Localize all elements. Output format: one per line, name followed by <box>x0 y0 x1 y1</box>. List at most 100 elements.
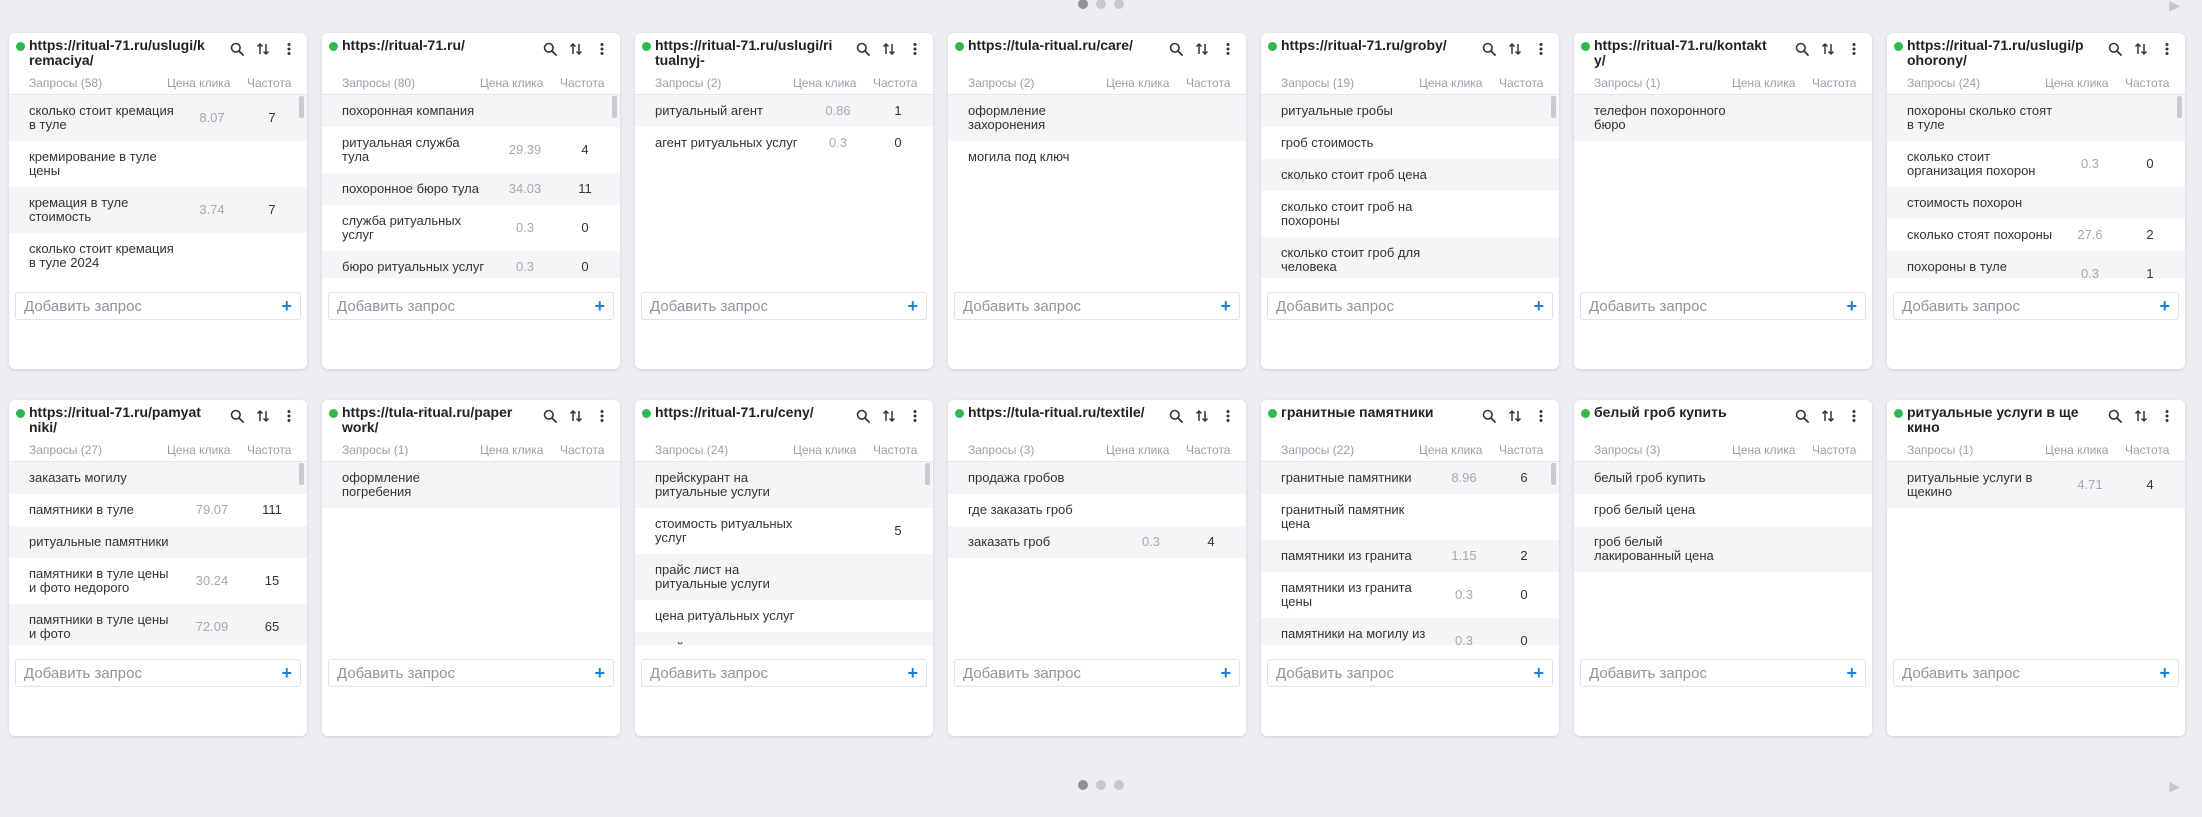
query-row[interactable]: сколько стоит гроб для человека <box>1261 237 1559 278</box>
scrollbar[interactable] <box>299 463 304 485</box>
scrollbar[interactable] <box>299 96 304 118</box>
sort-icon[interactable] <box>1506 40 1523 57</box>
plus-icon[interactable]: + <box>1220 297 1231 315</box>
more-vertical-icon[interactable] <box>906 40 923 57</box>
add-query-field[interactable]: Добавить запрос + <box>954 659 1240 687</box>
page-dot[interactable] <box>1114 780 1124 790</box>
query-list[interactable]: оформление захоронения могила под ключ <box>948 94 1246 278</box>
add-query-field[interactable]: Добавить запрос + <box>1893 659 2179 687</box>
query-row[interactable]: сколько стоит кремация в туле 2024 <box>9 233 307 278</box>
plus-icon[interactable]: + <box>1846 297 1857 315</box>
page-dot[interactable] <box>1078 0 1088 9</box>
query-row[interactable]: похоронное бюро тула 34.03 11 <box>322 173 620 205</box>
more-vertical-icon[interactable] <box>1532 40 1549 57</box>
card-title[interactable]: ритуальные услуги в щекино <box>1907 405 2085 437</box>
query-row[interactable]: оформление захоронения <box>948 95 1246 141</box>
more-vertical-icon[interactable] <box>1219 407 1236 424</box>
query-list[interactable]: оформление погребения <box>322 461 620 645</box>
search-icon[interactable] <box>228 40 245 57</box>
query-row[interactable]: похоронная компания <box>322 95 620 127</box>
query-row[interactable]: гранитный памятник цена <box>1261 494 1559 540</box>
query-row[interactable]: ритуальные услуги в щекино 4.71 4 <box>1887 462 2185 508</box>
more-vertical-icon[interactable] <box>1845 407 1862 424</box>
plus-icon[interactable]: + <box>594 297 605 315</box>
plus-icon[interactable]: + <box>1220 664 1231 682</box>
more-vertical-icon[interactable] <box>2158 40 2175 57</box>
query-list[interactable]: ритуальные услуги в щекино 4.71 4 <box>1887 461 2185 645</box>
query-row[interactable]: заказать могилу <box>9 462 307 494</box>
query-row[interactable]: гроб белый лакированный цена <box>1574 526 1872 572</box>
query-row[interactable]: гроб стоимость <box>1261 127 1559 159</box>
more-vertical-icon[interactable] <box>593 407 610 424</box>
add-query-field[interactable]: Добавить запрос + <box>1580 659 1866 687</box>
plus-icon[interactable]: + <box>2159 664 2170 682</box>
query-list[interactable]: ритуальные гробы гроб стоимость сколько ст… <box>1261 94 1559 278</box>
card-title[interactable]: белый гроб купить <box>1594 405 1772 437</box>
card-title[interactable]: https://ritual-71.ru/ceny/ <box>655 405 833 437</box>
search-icon[interactable] <box>541 40 558 57</box>
add-query-field[interactable]: Добавить запрос + <box>954 292 1240 320</box>
query-row[interactable]: ритуальные памятники <box>9 526 307 558</box>
sort-icon[interactable] <box>567 407 584 424</box>
add-query-field[interactable]: Добавить запрос + <box>328 659 614 687</box>
sort-icon[interactable] <box>1819 407 1836 424</box>
search-icon[interactable] <box>1793 40 1810 57</box>
card-title[interactable]: https://ritual-71.ru/kontakty/ <box>1594 38 1772 70</box>
query-row[interactable]: кремирование в туле цены <box>9 141 307 187</box>
sort-icon[interactable] <box>2132 407 2149 424</box>
query-row[interactable]: стоимость ритуальных услуг 5 <box>635 508 933 554</box>
query-row[interactable]: гранитные памятники 8.96 6 <box>1261 462 1559 494</box>
plus-icon[interactable]: + <box>907 297 918 315</box>
query-list[interactable]: гранитные памятники 8.96 6 гранитный памятн… <box>1261 461 1559 645</box>
card-title[interactable]: https://ritual-71.ru/pamyatniki/ <box>29 405 207 437</box>
add-query-field[interactable]: Добавить запрос + <box>641 292 927 320</box>
sort-icon[interactable] <box>880 40 897 57</box>
query-list[interactable]: похоронная компания ритуальная служба тул… <box>322 94 620 278</box>
query-row[interactable]: прейскурант на ритуальные услуги <box>635 462 933 508</box>
search-icon[interactable] <box>2106 40 2123 57</box>
query-list[interactable]: белый гроб купить гроб белый цена гроб бел… <box>1574 461 1872 645</box>
plus-icon[interactable]: + <box>2159 297 2170 315</box>
add-query-field[interactable]: Добавить запрос + <box>1267 659 1553 687</box>
query-row[interactable]: цена ритуальных услуг <box>635 600 933 632</box>
search-icon[interactable] <box>1167 407 1184 424</box>
plus-icon[interactable]: + <box>907 664 918 682</box>
query-list[interactable]: ритуальный агент 0.86 1 агент ритуальных ус… <box>635 94 933 278</box>
query-row[interactable]: прайс лист на ритуальные услуги <box>635 554 933 600</box>
query-row[interactable]: ритуальные гробы <box>1261 95 1559 127</box>
card-title[interactable]: https://tula-ritual.ru/care/ <box>968 38 1146 70</box>
card-title[interactable]: гранитные памятники <box>1281 405 1459 437</box>
sort-icon[interactable] <box>1193 40 1210 57</box>
plus-icon[interactable]: + <box>1533 664 1544 682</box>
sort-icon[interactable] <box>254 407 271 424</box>
query-row[interactable]: оформление погребения <box>322 462 620 508</box>
next-page-arrow-icon[interactable]: ▶ <box>2169 0 2180 14</box>
query-row[interactable]: ритуальная служба тула 29.39 4 <box>322 127 620 173</box>
more-vertical-icon[interactable] <box>1219 40 1236 57</box>
query-list[interactable]: заказать могилу памятники в туле 79.07 111 р… <box>9 461 307 645</box>
sort-icon[interactable] <box>1819 40 1836 57</box>
search-icon[interactable] <box>228 407 245 424</box>
add-query-field[interactable]: Добавить запрос + <box>641 659 927 687</box>
query-row[interactable]: памятники из гранита цены 0.3 0 <box>1261 572 1559 618</box>
card-title[interactable]: https://tula-ritual.ru/paperwork/ <box>342 405 520 437</box>
page-dot[interactable] <box>1096 780 1106 790</box>
query-row[interactable]: служба ритуальных услуг 0.3 0 <box>322 205 620 251</box>
query-row[interactable]: памятники в туле цены и фото недорого 30.… <box>9 558 307 604</box>
scrollbar[interactable] <box>1551 463 1556 485</box>
scrollbar[interactable] <box>612 96 617 118</box>
search-icon[interactable] <box>2106 407 2123 424</box>
query-row[interactable]: похороны в туле стоимость 0.3 1 <box>1887 251 2185 278</box>
more-vertical-icon[interactable] <box>280 407 297 424</box>
card-title[interactable]: https://ritual-71.ru/ <box>342 38 520 70</box>
search-icon[interactable] <box>541 407 558 424</box>
query-row[interactable]: белый гроб купить <box>1574 462 1872 494</box>
plus-icon[interactable]: + <box>594 664 605 682</box>
more-vertical-icon[interactable] <box>1532 407 1549 424</box>
query-row[interactable]: сколько стоят похороны 27.6 2 <box>1887 219 2185 251</box>
query-row[interactable]: памятники из гранита 1.15 2 <box>1261 540 1559 572</box>
scrollbar[interactable] <box>1551 96 1556 118</box>
plus-icon[interactable]: + <box>1846 664 1857 682</box>
query-row[interactable]: памятники на могилу из гранита 0.3 0 <box>1261 618 1559 645</box>
query-list[interactable]: похороны сколько стоят в туле сколько сто… <box>1887 94 2185 278</box>
